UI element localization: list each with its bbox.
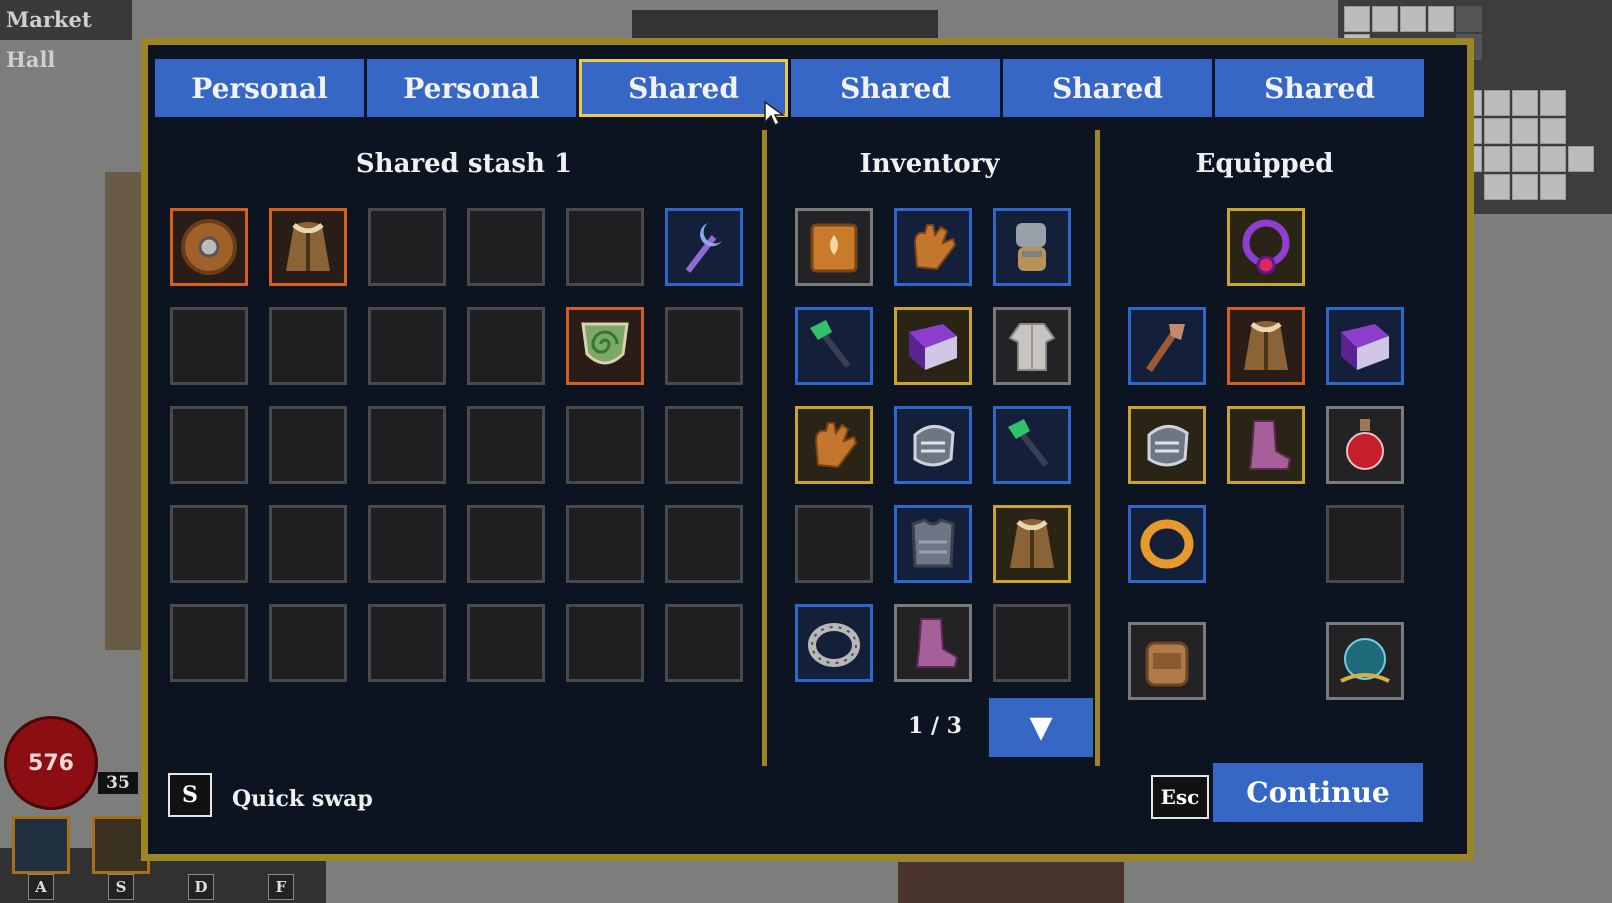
stash-slot-23-empty[interactable] — [665, 505, 743, 583]
inventory-slot-0[interactable] — [795, 208, 873, 286]
stash-slot-26-empty[interactable] — [368, 604, 446, 682]
inventory-slot-3[interactable] — [795, 307, 873, 385]
stash-slot-14-empty[interactable] — [368, 406, 446, 484]
stash-slot-2-empty[interactable] — [368, 208, 446, 286]
inventory-slot-14-empty[interactable] — [993, 604, 1071, 682]
inventory-slot-9-empty[interactable] — [795, 505, 873, 583]
esc-key[interactable]: Esc — [1151, 775, 1209, 819]
stash-slot-6-empty[interactable] — [170, 307, 248, 385]
stash-title: Shared stash 1 — [355, 149, 573, 179]
stash-slot-15-empty[interactable] — [467, 406, 545, 484]
stash-slot-24-empty[interactable] — [170, 604, 248, 682]
inventory-slot-7[interactable] — [894, 406, 972, 484]
stash-slot-29-empty[interactable] — [665, 604, 743, 682]
ability-slot-a[interactable] — [12, 816, 70, 874]
quick-swap-label: Quick swap — [232, 786, 373, 812]
stash-slot-9-empty[interactable] — [467, 307, 545, 385]
stash-slot-4-empty[interactable] — [566, 208, 644, 286]
mouse-cursor-icon — [764, 100, 786, 127]
chevron-down-icon: ▼ — [1029, 710, 1053, 745]
inventory-slot-4[interactable] — [894, 307, 972, 385]
stash-slot-11-empty[interactable] — [665, 307, 743, 385]
inventory-slot-13[interactable] — [894, 604, 972, 682]
stash-slot-22-empty[interactable] — [566, 505, 644, 583]
page-indicator: 1 / 3 — [908, 713, 962, 739]
tab-personal-1[interactable]: Personal — [155, 59, 364, 117]
location-title: Market Hall — [0, 0, 132, 72]
background-sign — [632, 10, 938, 40]
tab-shared-3[interactable]: Shared — [1003, 59, 1212, 117]
hotkey-d: D — [188, 874, 214, 900]
stash-slot-28-empty[interactable] — [566, 604, 644, 682]
stash-slot-13-empty[interactable] — [269, 406, 347, 484]
equip-slot-amulet-0[interactable] — [1227, 208, 1305, 286]
stash-slot-16-empty[interactable] — [566, 406, 644, 484]
tab-shared-2[interactable]: Shared — [791, 59, 1000, 117]
stash-slot-18-empty[interactable] — [170, 505, 248, 583]
continue-button[interactable]: Continue — [1213, 763, 1423, 822]
hotkey-f: F — [268, 874, 294, 900]
inventory-slot-8[interactable] — [993, 406, 1071, 484]
next-page-button[interactable]: ▼ — [989, 698, 1093, 757]
equip-slot-ring-7[interactable] — [1128, 505, 1206, 583]
equip-slot-weapon-1[interactable] — [1128, 307, 1206, 385]
stash-slot-1[interactable] — [269, 208, 347, 286]
equip-slot-bag-9[interactable] — [1128, 622, 1206, 700]
tab-shared-1[interactable]: Shared — [579, 59, 788, 117]
stash-panel: Personal Personal Shared Shared Shared S… — [141, 38, 1474, 861]
inventory-slot-10[interactable] — [894, 505, 972, 583]
background-floor — [898, 862, 1124, 903]
tab-shared-4[interactable]: Shared — [1215, 59, 1424, 117]
hotkey-s: S — [108, 874, 134, 900]
stash-slot-5[interactable] — [665, 208, 743, 286]
divider-left — [762, 130, 767, 766]
tab-personal-2[interactable]: Personal — [367, 59, 576, 117]
equip-slot-potion-6[interactable] — [1326, 406, 1404, 484]
inventory-slot-1[interactable] — [894, 208, 972, 286]
stash-slot-27-empty[interactable] — [467, 604, 545, 682]
stash-slot-21-empty[interactable] — [467, 505, 545, 583]
equip-slot-offhand-3[interactable] — [1326, 307, 1404, 385]
inventory-slot-2[interactable] — [993, 208, 1071, 286]
inventory-slot-12[interactable] — [795, 604, 873, 682]
equip-slot-trinket-8-empty[interactable] — [1326, 505, 1404, 583]
equip-slot-feet-5[interactable] — [1227, 406, 1305, 484]
hotkey-a: A — [28, 874, 54, 900]
divider-right — [1095, 130, 1100, 766]
equip-slot-hands-4[interactable] — [1128, 406, 1206, 484]
stash-slot-25-empty[interactable] — [269, 604, 347, 682]
background-wall — [105, 172, 145, 650]
stash-slot-20-empty[interactable] — [368, 505, 446, 583]
equip-slot-orb-10[interactable] — [1326, 622, 1404, 700]
level-indicator: 35 — [98, 772, 138, 794]
stash-slot-8-empty[interactable] — [368, 307, 446, 385]
quick-swap-key[interactable]: S — [168, 773, 212, 817]
health-orb: 576 — [4, 716, 98, 810]
inventory-title: Inventory — [859, 149, 1000, 179]
stash-slot-7-empty[interactable] — [269, 307, 347, 385]
stash-slot-17-empty[interactable] — [665, 406, 743, 484]
stash-slot-3-empty[interactable] — [467, 208, 545, 286]
stash-slot-12-empty[interactable] — [170, 406, 248, 484]
inventory-slot-5[interactable] — [993, 307, 1071, 385]
inventory-slot-6[interactable] — [795, 406, 873, 484]
stash-slot-10[interactable] — [566, 307, 644, 385]
equipped-title: Equipped — [1195, 149, 1334, 179]
inventory-slot-11[interactable] — [993, 505, 1071, 583]
stash-slot-19-empty[interactable] — [269, 505, 347, 583]
equip-slot-body-2[interactable] — [1227, 307, 1305, 385]
stash-slot-0[interactable] — [170, 208, 248, 286]
